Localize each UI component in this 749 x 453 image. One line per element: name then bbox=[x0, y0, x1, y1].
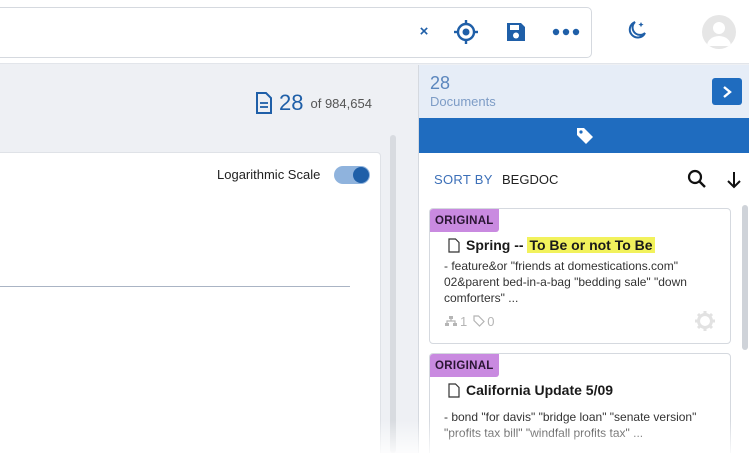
title-text: California Update 5/09 bbox=[466, 382, 614, 398]
crosshair-icon[interactable] bbox=[453, 19, 479, 45]
document-title: California Update 5/09 bbox=[448, 380, 613, 400]
title-text: Spring -- bbox=[466, 237, 528, 253]
log-scale-toggle[interactable] bbox=[334, 166, 370, 184]
documents-count: 28 bbox=[430, 73, 451, 93]
moon-icon[interactable] bbox=[625, 18, 649, 42]
left-scrollbar[interactable] bbox=[390, 135, 396, 453]
close-icon[interactable]: × bbox=[415, 22, 433, 40]
log-scale-label: Logarithmic Scale bbox=[217, 167, 321, 182]
title-highlight: To Be or not To Be bbox=[527, 237, 655, 253]
documents-pane: 28 Documents SORT BY BEGDOC ORIGINAL Spr… bbox=[418, 65, 749, 453]
document-snippet: - bond "for davis" "bridge loan" "senate… bbox=[444, 410, 697, 440]
thread-icon bbox=[445, 316, 457, 326]
chevron-right-icon bbox=[723, 85, 732, 98]
document-card[interactable]: ORIGINAL Spring -- To Be or not To Be - … bbox=[429, 208, 731, 344]
document-snippet: - feature&or "friends at domestications.… bbox=[444, 259, 687, 305]
chart-card: Logarithmic Scale bbox=[0, 152, 381, 453]
sort-row: SORT BY BEGDOC bbox=[419, 169, 749, 191]
document-icon bbox=[448, 237, 460, 253]
documents-label: Documents bbox=[430, 94, 496, 109]
more-icon[interactable] bbox=[552, 22, 580, 42]
tag-toolbar[interactable] bbox=[419, 118, 749, 153]
sort-by-label: SORT BY bbox=[434, 172, 493, 187]
tag-icon bbox=[576, 127, 593, 144]
document-icon bbox=[256, 92, 272, 114]
right-scrollbar[interactable] bbox=[742, 205, 748, 350]
document-icon bbox=[448, 382, 460, 398]
original-badge: ORIGINAL bbox=[430, 209, 499, 232]
toggle-knob bbox=[353, 167, 369, 183]
document-meta: 1 0 bbox=[444, 313, 500, 329]
tag-icon bbox=[473, 315, 486, 327]
count-total: of 984,654 bbox=[310, 95, 372, 111]
document-title: Spring -- To Be or not To Be bbox=[448, 235, 655, 255]
analytics-pane: 28 of 984,654 Logarithmic Scale bbox=[0, 65, 417, 453]
save-icon[interactable] bbox=[503, 19, 529, 45]
tag-count: 0 bbox=[487, 313, 495, 329]
document-card[interactable]: ORIGINAL California Update 5/09 - bond "… bbox=[429, 353, 731, 453]
result-count: 28 of 984,654 bbox=[255, 89, 372, 117]
chart-baseline bbox=[0, 286, 350, 287]
thread-count: 1 bbox=[460, 313, 468, 329]
documents-header: 28 Documents bbox=[419, 65, 749, 118]
avatar-icon[interactable] bbox=[702, 15, 736, 49]
original-badge: ORIGINAL bbox=[430, 354, 499, 377]
top-toolbar: × bbox=[0, 0, 749, 64]
arrow-down-icon[interactable] bbox=[724, 170, 746, 192]
count-value: 28 bbox=[279, 90, 304, 115]
gear-icon[interactable] bbox=[694, 310, 716, 332]
expand-panel-button[interactable] bbox=[712, 78, 742, 105]
search-icon[interactable] bbox=[687, 169, 709, 191]
sort-field-select[interactable]: BEGDOC bbox=[502, 172, 558, 187]
